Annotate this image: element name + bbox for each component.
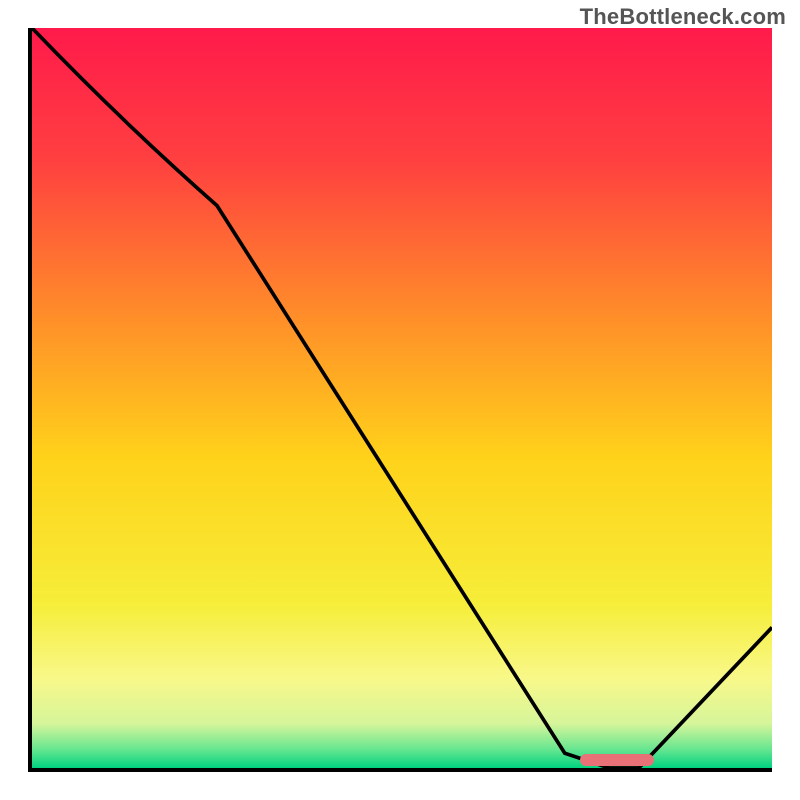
watermark-text: TheBottleneck.com (580, 4, 786, 30)
chart-container: TheBottleneck.com (0, 0, 800, 800)
curve-path (32, 28, 772, 768)
curve-line (32, 28, 772, 768)
trough-marker (580, 754, 654, 766)
plot-area (28, 28, 772, 772)
